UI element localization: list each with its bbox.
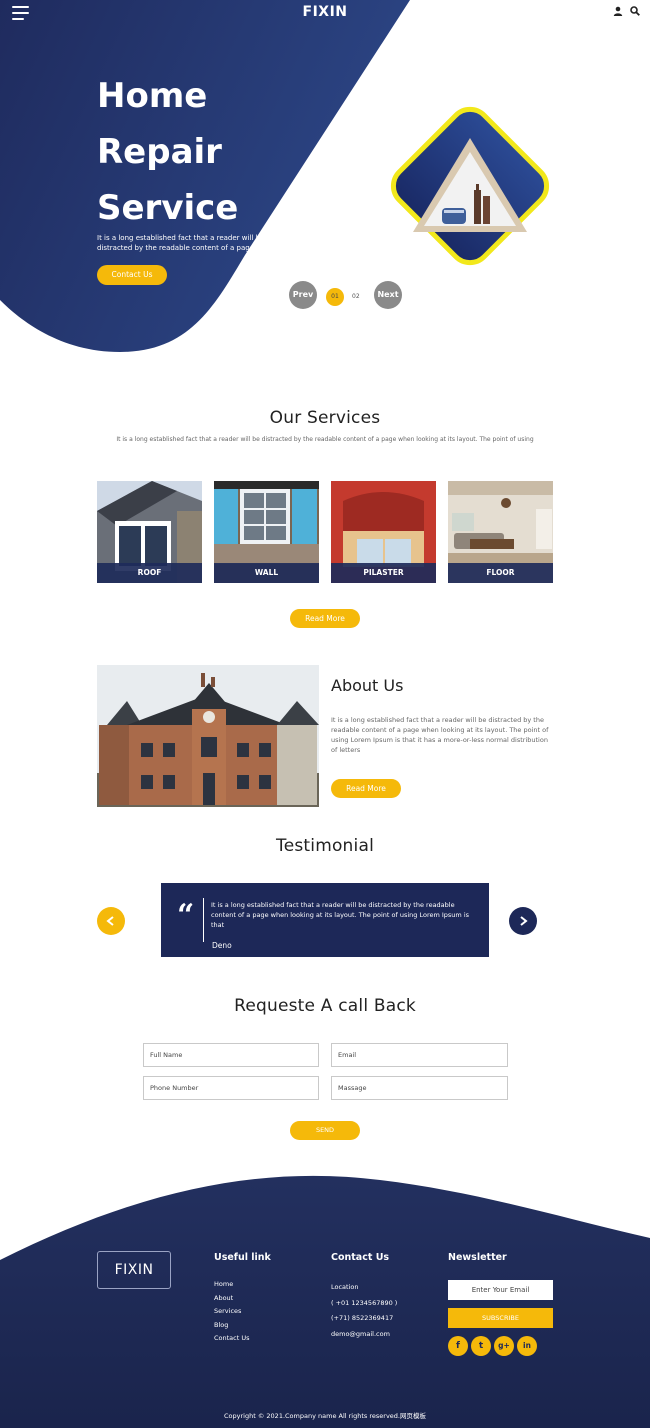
footer-logo[interactable]: FIXIN [97, 1251, 171, 1289]
copyright-text: Copyright © 2021.Company name All rights… [224, 1412, 426, 1420]
next-button[interactable]: Next [374, 281, 402, 309]
arrow-right-icon [520, 916, 528, 926]
services-subtitle: It is a long established fact that a rea… [116, 436, 534, 443]
services-read-more-button[interactable]: Read More [290, 609, 360, 628]
newsletter-email-input[interactable]: Enter Your Email [448, 1280, 553, 1300]
about-title: About Us [331, 676, 404, 695]
newsletter-title: Newsletter [448, 1252, 507, 1263]
full-name-field[interactable]: Full Name [143, 1043, 319, 1067]
contact-title: Contact Us [331, 1252, 390, 1263]
facebook-icon[interactable]: f [448, 1336, 468, 1356]
top-navbar: FIXIN [0, 0, 650, 26]
site-logo[interactable]: FIXIN [0, 4, 650, 20]
service-card-wall[interactable]: WALL [214, 481, 319, 583]
hero-diamond-image [390, 106, 550, 266]
service-card-floor[interactable]: FLOOR [448, 481, 553, 583]
testimonial-next-button[interactable] [509, 907, 537, 935]
contact-us-button[interactable]: Contact Us [97, 265, 167, 285]
message-field[interactable]: Massage [331, 1076, 508, 1100]
phone-field[interactable]: Phone Number [143, 1076, 319, 1100]
subscribe-button[interactable]: SUBSCRIBE [448, 1308, 553, 1328]
service-card-label: FLOOR [448, 563, 553, 583]
about-description: It is a long established fact that a rea… [331, 716, 549, 754]
twitter-icon[interactable]: t [471, 1336, 491, 1356]
footer-link-about[interactable]: About [214, 1292, 250, 1306]
useful-links-list: Home About Services Blog Contact Us [214, 1278, 250, 1346]
hero-description: It is a long established fact that a rea… [97, 234, 265, 252]
hero-title-line: Home [97, 76, 208, 116]
footer-link-services[interactable]: Services [214, 1305, 250, 1319]
footer-link-home[interactable]: Home [214, 1278, 250, 1292]
contact-phone-1: ( +01 1234567890 ) [331, 1298, 398, 1307]
about-house-image [97, 665, 319, 807]
google-plus-icon[interactable]: g+ [494, 1336, 514, 1356]
search-icon[interactable] [630, 6, 640, 16]
hero-title-line: Service [97, 188, 239, 228]
testimonial-title: Testimonial [276, 836, 374, 856]
user-icon[interactable] [613, 6, 623, 16]
service-card-label: PILASTER [331, 563, 436, 583]
arrow-left-icon [106, 916, 114, 926]
useful-links-title: Useful link [214, 1252, 271, 1263]
testimonial-prev-button[interactable] [97, 907, 125, 935]
service-card-pilaster[interactable]: PILASTER [331, 481, 436, 583]
prev-button[interactable]: Prev [289, 281, 317, 309]
services-title: Our Services [269, 408, 381, 428]
service-card-label: WALL [214, 563, 319, 583]
quote-divider [203, 898, 204, 942]
email-field[interactable]: Email [331, 1043, 508, 1067]
footer-link-contact[interactable]: Contact Us [214, 1332, 250, 1346]
slide-number-current[interactable]: 01 [326, 288, 344, 306]
slide-number-next[interactable]: 02 [352, 293, 360, 300]
contact-phone-2: (+71) 8522369417 [331, 1314, 394, 1322]
top-icons [613, 6, 640, 16]
contact-location: Location [331, 1283, 359, 1291]
hero-title: Home Repair Service [97, 68, 347, 236]
contact-list: Location ( +01 1234567890 ) (+71) 852236… [331, 1280, 397, 1342]
about-read-more-button[interactable]: Read More [331, 779, 401, 798]
linkedin-icon[interactable]: in [517, 1336, 537, 1356]
footer-link-blog[interactable]: Blog [214, 1319, 250, 1333]
testimonial-text: It is a long established fact that a rea… [211, 901, 470, 929]
contact-email[interactable]: demo@gmail.com [331, 1327, 397, 1343]
callback-title: Requeste A call Back [234, 996, 416, 1016]
service-card-label: ROOF [97, 563, 202, 583]
hero-title-line: Repair [97, 132, 222, 172]
service-card-roof[interactable]: ROOF [97, 481, 202, 583]
testimonial-author: Deno [212, 941, 232, 950]
send-button[interactable]: SEND [290, 1121, 360, 1140]
quote-icon: “ [177, 898, 195, 933]
page: FIXIN Home Repair Service It is a long e… [0, 0, 650, 1428]
